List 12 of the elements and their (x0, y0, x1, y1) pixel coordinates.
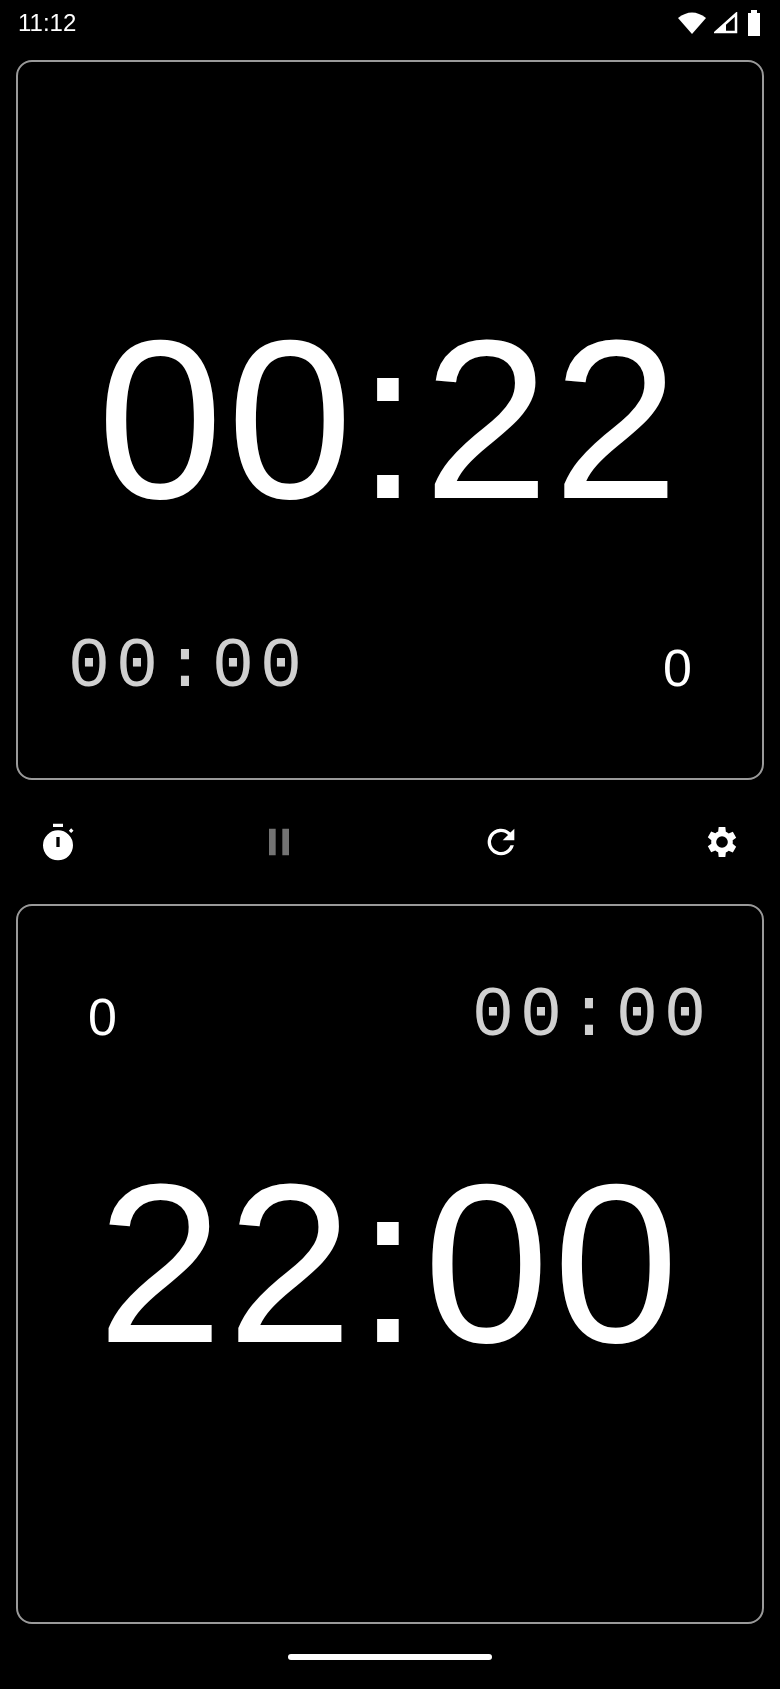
move-timer: 00:00 (68, 628, 309, 707)
main-timer: 00:22 (96, 307, 684, 533)
move-count: 0 (662, 637, 693, 698)
player-clock-panel[interactable]: 0 00:00 22:00 (16, 904, 764, 1624)
player-clock-panel[interactable]: 00:22 00:00 0 (16, 60, 764, 780)
main-timer: 22:00 (96, 1151, 684, 1377)
move-count: 0 (87, 986, 118, 1047)
battery-icon (746, 10, 762, 36)
move-timer: 00:00 (471, 977, 712, 1056)
signal-icon (714, 12, 738, 34)
wifi-icon (678, 12, 706, 34)
status-time: 11:12 (18, 9, 77, 37)
